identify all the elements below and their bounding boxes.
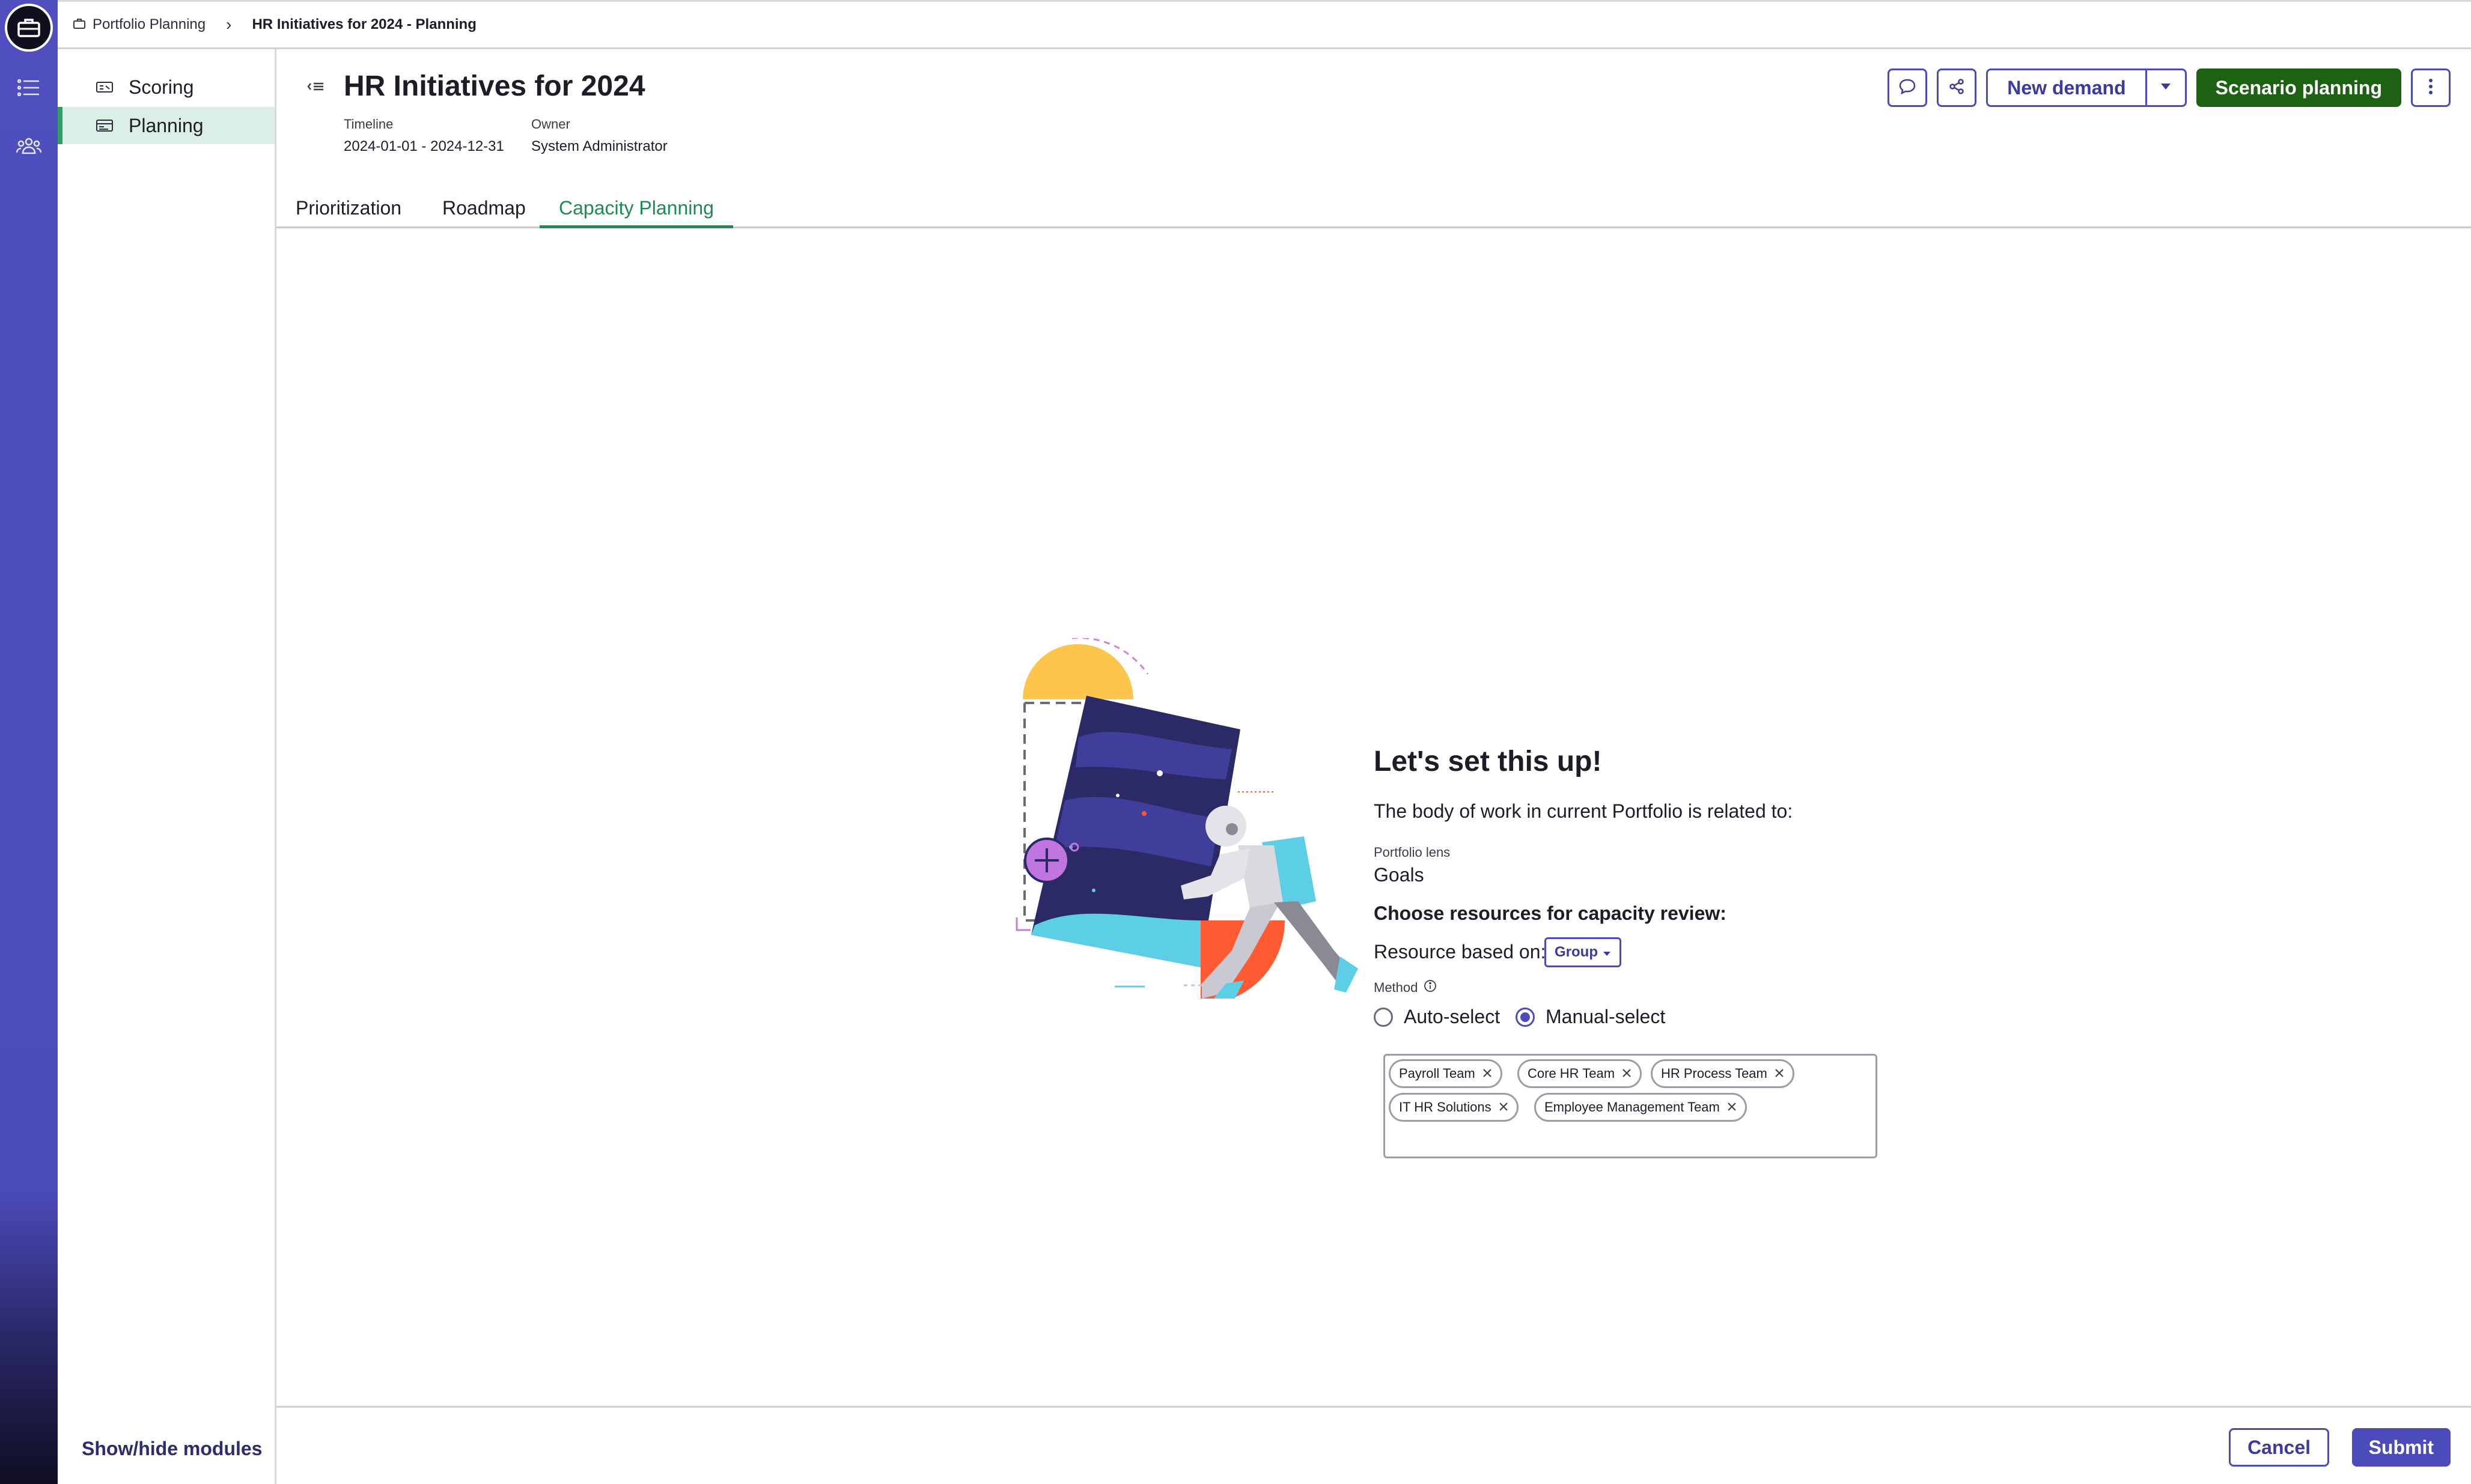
kebab-menu-icon	[2428, 78, 2433, 98]
close-icon[interactable]	[1499, 1099, 1508, 1115]
portfolio-lens-label: Portfolio lens	[1374, 845, 1451, 860]
module-nav: Scoring Planning	[58, 49, 276, 1484]
group-chip: HR Process Team	[1651, 1059, 1794, 1088]
timeline-value: 2024-01-01 - 2024-12-31	[344, 138, 504, 154]
owner-label: Owner	[531, 117, 570, 132]
chip-label: Payroll Team	[1399, 1066, 1475, 1081]
breadcrumb-root-label: Portfolio Planning	[93, 16, 206, 32]
main-content: HR Initiatives for 2024 Timeline 2024-01…	[276, 49, 2471, 1406]
radio-label: Auto-select	[1404, 1006, 1501, 1027]
briefcase-logo-icon[interactable]	[5, 4, 53, 52]
group-chip: IT HR Solutions	[1389, 1093, 1519, 1122]
caret-down-icon	[1603, 944, 1611, 961]
chip-label: IT HR Solutions	[1399, 1099, 1491, 1115]
setup-illustration	[937, 637, 1358, 1009]
collapse-menu-icon[interactable]	[306, 79, 326, 99]
share-icon	[1948, 78, 1966, 99]
group-chip: Employee Management Team	[1534, 1093, 1747, 1122]
close-icon[interactable]	[1727, 1099, 1737, 1115]
tab-bar: Prioritization Roadmap Capacity Planning	[276, 193, 2471, 228]
caret-down-icon	[2160, 82, 2171, 93]
briefcase-icon	[73, 16, 85, 33]
module-item-scoring[interactable]: Scoring	[58, 68, 275, 106]
portfolio-lens-value: Goals	[1374, 864, 1424, 886]
selected-groups-field[interactable]: Payroll Team Core HR Team HR Process Tea…	[1383, 1054, 1877, 1158]
breadcrumb-current: HR Initiatives for 2024 - Planning	[252, 16, 477, 32]
submit-button[interactable]: Submit	[2351, 1428, 2451, 1467]
radio-label: Manual-select	[1546, 1006, 1666, 1027]
header-actions: New demand Scenario planning	[1888, 68, 2451, 107]
footer-bar: Cancel Submit	[276, 1406, 2471, 1484]
chevron-right-icon: ›	[226, 15, 232, 34]
page-title: HR Initiatives for 2024	[344, 70, 645, 102]
new-demand-split-button: New demand	[1986, 68, 2187, 107]
owner-value: System Administrator	[531, 138, 668, 154]
breadcrumb-root[interactable]: Portfolio Planning	[73, 16, 206, 33]
people-group-icon[interactable]	[14, 131, 43, 160]
resource-type-value: Group	[1555, 944, 1598, 960]
tab-prioritization[interactable]: Prioritization	[296, 193, 401, 228]
cancel-button[interactable]: Cancel	[2229, 1428, 2329, 1467]
method-label: Method	[1374, 980, 1418, 995]
show-hide-modules-button[interactable]: Show/hide modules	[82, 1438, 262, 1460]
radio-checked-icon	[1516, 1007, 1535, 1027]
module-item-label: Scoring	[129, 76, 194, 98]
new-demand-button[interactable]: New demand	[1986, 68, 2147, 107]
radio-unchecked-icon	[1374, 1007, 1393, 1027]
scenario-planning-button[interactable]: Scenario planning	[2196, 68, 2401, 107]
share-button[interactable]	[1937, 68, 1977, 107]
auto-select-radio[interactable]: Auto-select	[1374, 1006, 1500, 1028]
chip-label: Employee Management Team	[1544, 1099, 1720, 1115]
close-icon[interactable]	[1775, 1066, 1784, 1081]
resource-based-on-label: Resource based on:	[1374, 941, 1546, 962]
scoring-icon	[96, 80, 114, 94]
tab-capacity-planning[interactable]: Capacity Planning	[540, 193, 733, 228]
manual-select-radio[interactable]: Manual-select	[1516, 1006, 1665, 1028]
setup-intro: The body of work in current Portfolio is…	[1374, 800, 1793, 822]
close-icon[interactable]	[1622, 1066, 1632, 1081]
method-label-row: Method	[1374, 979, 1437, 996]
new-demand-dropdown-button[interactable]	[2147, 68, 2187, 107]
more-options-button[interactable]	[2411, 68, 2451, 107]
comment-icon	[1898, 78, 1916, 99]
resource-type-select[interactable]: Group	[1544, 937, 1621, 967]
group-chip: Core HR Team	[1517, 1059, 1642, 1088]
chip-label: Core HR Team	[1528, 1066, 1615, 1081]
module-item-planning[interactable]: Planning	[58, 107, 275, 144]
close-icon[interactable]	[1482, 1066, 1492, 1081]
chip-label: HR Process Team	[1661, 1066, 1767, 1081]
timeline-label: Timeline	[344, 117, 394, 132]
group-chip: Payroll Team	[1389, 1059, 1502, 1088]
comment-button[interactable]	[1888, 68, 1928, 107]
tab-roadmap[interactable]: Roadmap	[442, 193, 526, 228]
list-menu-icon[interactable]	[14, 73, 43, 102]
choose-resources-heading: Choose resources for capacity review:	[1374, 902, 1726, 924]
setup-heading: Let's set this up!	[1374, 746, 1602, 777]
breadcrumb: Portfolio Planning › HR Initiatives for …	[58, 0, 2471, 49]
info-icon[interactable]	[1424, 979, 1437, 996]
app-rail	[0, 0, 58, 1484]
module-item-label: Planning	[129, 114, 204, 136]
planning-icon	[96, 118, 114, 133]
